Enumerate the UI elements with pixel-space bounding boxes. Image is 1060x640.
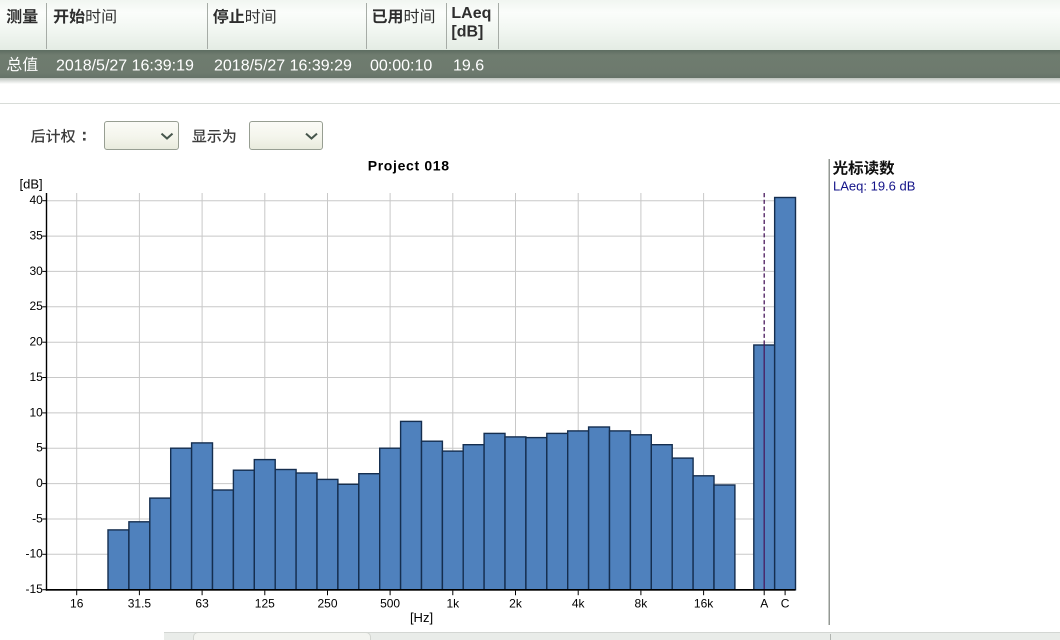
svg-text:Project 018: Project 018 [368, 157, 450, 173]
svg-text:0: 0 [36, 476, 43, 490]
svg-text:4k: 4k [572, 597, 586, 611]
svg-text:40: 40 [29, 193, 43, 207]
svg-text:[dB]: [dB] [20, 176, 43, 191]
svg-text:LAeq: 19.6 dB: LAeq: 19.6 dB [833, 178, 915, 193]
svg-text:2018/5/27 16:39:29: 2018/5/27 16:39:29 [214, 58, 352, 75]
svg-text:A: A [760, 597, 768, 611]
svg-text:2k: 2k [509, 597, 523, 611]
svg-text:1k: 1k [446, 597, 460, 611]
svg-text:30: 30 [29, 264, 43, 278]
svg-text:31.5: 31.5 [128, 597, 152, 611]
svg-text:15: 15 [29, 370, 43, 384]
svg-text:8k: 8k [635, 597, 649, 611]
svg-text:25: 25 [29, 299, 43, 313]
svg-text:500: 500 [380, 597, 400, 611]
svg-text:00:00:10: 00:00:10 [370, 58, 432, 75]
svg-text:[Hz]: [Hz] [410, 610, 433, 625]
svg-text:C: C [781, 597, 790, 611]
svg-text:5: 5 [36, 441, 43, 455]
svg-text:LAeq: LAeq [451, 5, 491, 22]
svg-text:125: 125 [255, 597, 275, 611]
svg-text:-10: -10 [25, 547, 43, 561]
svg-text:[dB]: [dB] [451, 23, 483, 40]
svg-text:250: 250 [317, 597, 337, 611]
svg-text:19.6: 19.6 [453, 58, 484, 75]
svg-text:-15: -15 [25, 582, 43, 596]
svg-text:2018/5/27 16:39:19: 2018/5/27 16:39:19 [56, 58, 194, 75]
svg-text:16k: 16k [694, 597, 714, 611]
svg-text:35: 35 [29, 229, 43, 243]
svg-text:-5: -5 [32, 511, 43, 525]
svg-text:20: 20 [29, 335, 43, 349]
svg-text:63: 63 [195, 597, 209, 611]
svg-text:10: 10 [29, 405, 43, 419]
svg-text:16: 16 [70, 597, 84, 611]
